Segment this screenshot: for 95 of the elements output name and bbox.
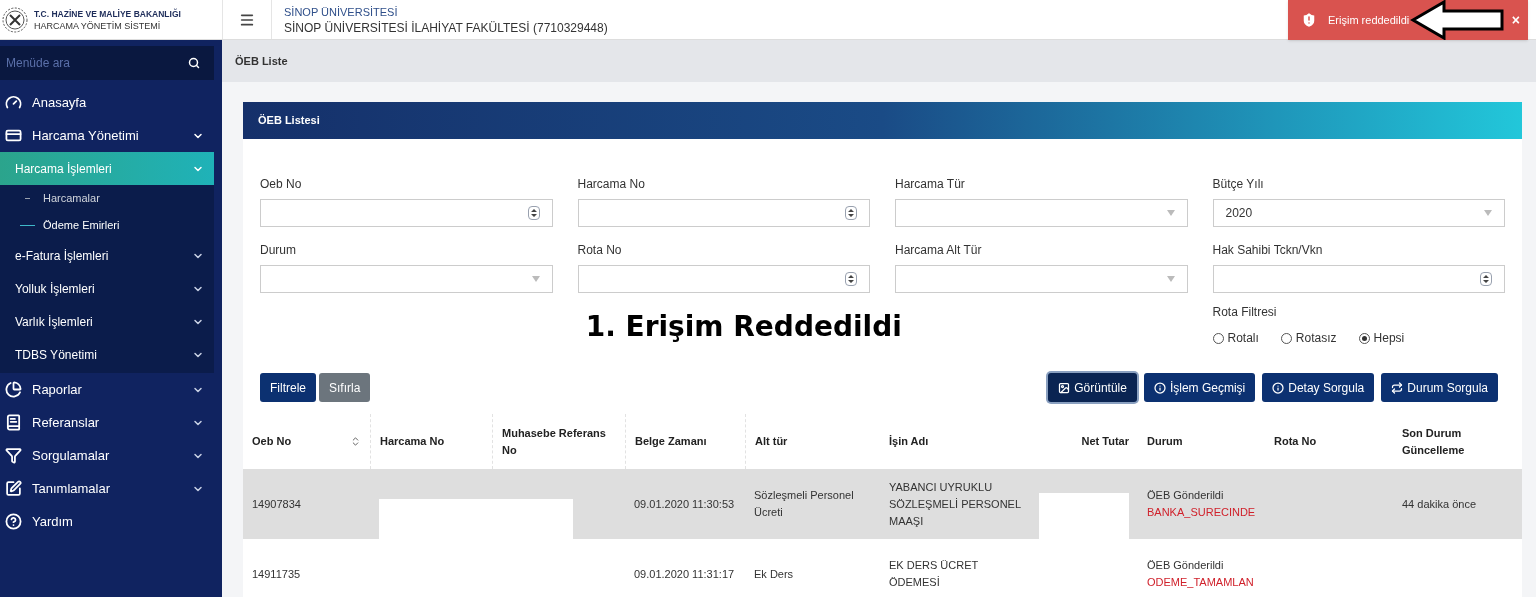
submenu-item[interactable]: Varlık İşlemleri xyxy=(0,305,214,338)
number-field[interactable] xyxy=(577,199,870,227)
table-cell-text: EK DERS ÜCRET ÖDEMESİ xyxy=(889,558,980,590)
dropdown-icon xyxy=(1484,210,1492,216)
dropdown-icon xyxy=(1166,210,1175,216)
book-icon xyxy=(5,414,22,431)
menu-search-field[interactable]: Menüde ara xyxy=(0,46,214,80)
radio-option[interactable]: Rotalı xyxy=(1212,329,1259,347)
action-button[interactable]: Durum Sorgula xyxy=(1381,373,1498,402)
select-field[interactable] xyxy=(260,265,553,293)
field-label: Durum xyxy=(260,242,297,257)
column-header[interactable]: Son Durum Güncelleme xyxy=(1402,424,1513,459)
number-field[interactable] xyxy=(1212,265,1505,293)
field-label: Harcama Alt Tür xyxy=(895,242,983,257)
field-label: Rota Filtresi xyxy=(1212,304,1278,321)
edit-icon xyxy=(5,480,22,497)
gauge-icon xyxy=(5,94,22,111)
column-header[interactable]: Harcama No xyxy=(380,433,445,450)
sidebar-item[interactable]: Referanslar xyxy=(0,406,214,439)
field-label: Harcama No xyxy=(577,176,646,191)
sidebar-item[interactable]: Raporlar xyxy=(0,373,214,406)
submenu-item[interactable]: Yolluk İşlemleri xyxy=(0,272,214,305)
spinner-icon[interactable] xyxy=(527,206,540,220)
radio-option[interactable]: Hepsi xyxy=(1358,329,1405,347)
info-icon xyxy=(1153,381,1166,394)
funnel-icon xyxy=(5,447,22,464)
number-field[interactable] xyxy=(260,199,553,227)
table-cell-text: YABANCI UYRUKLU SÖZLEŞMELİ PERSONEL MAAŞI xyxy=(889,479,1022,529)
action-button[interactable]: Detay Sorgula xyxy=(1262,373,1375,402)
sidebar-item[interactable]: Sorgulamalar xyxy=(0,439,214,472)
dropdown-icon xyxy=(531,276,540,282)
annotation-text: 1. Erişim Reddedildi xyxy=(585,311,902,343)
pie-chart-icon xyxy=(5,381,22,398)
table-cell-text: 14911735 xyxy=(252,566,301,582)
status-text: ÖEB Gönderildi xyxy=(1147,558,1225,573)
breadcrumb: ÖEB Liste xyxy=(235,53,288,69)
column-header[interactable]: İşin Adı xyxy=(889,433,929,450)
table-cell-text: 14907834 xyxy=(252,496,301,512)
spinner-icon[interactable] xyxy=(845,206,857,220)
logo-icon xyxy=(2,6,28,33)
field-label: Rota No xyxy=(577,242,623,257)
sidebar-item[interactable]: Tanımlamalar xyxy=(0,472,214,505)
submenu-item[interactable]: e-Fatura İşlemleri xyxy=(0,239,214,272)
table-cell-text: 44 dakika önce xyxy=(1402,496,1476,512)
column-header[interactable]: Belge Zamanı xyxy=(635,433,707,450)
image-icon xyxy=(1058,381,1071,394)
sidebar-item[interactable]: Yardım xyxy=(0,505,214,538)
card-icon xyxy=(5,127,22,144)
unit-name: SİNOP ÜNİVERSİTESİ İLAHİYAT FAKÜLTESİ (7710329448) xyxy=(284,19,608,36)
sidebar-item[interactable]: Anasayfa xyxy=(0,86,214,119)
submenu-link[interactable]: Ödeme Emirleri xyxy=(43,217,120,234)
field-label: Hak Sahibi Tckn/Vkn xyxy=(1212,242,1324,257)
action-button[interactable]: Görüntüle xyxy=(1048,373,1137,402)
shield-icon xyxy=(1300,11,1318,29)
field-label: Harcama Tür xyxy=(895,176,966,191)
status-code: BANKA_SURECINDE xyxy=(1147,505,1256,520)
status-code: ODEME_TAMAMLAN xyxy=(1147,575,1254,590)
table-cell-text: 09.01.2020 11:31:17 xyxy=(634,566,735,582)
toast-message: Erişim reddedildi xyxy=(1328,12,1411,28)
column-header[interactable]: Alt tür xyxy=(755,433,788,450)
table-cell-text: Sözleşmeli Personel Ücreti xyxy=(754,488,855,520)
radio-option[interactable]: Rotasız xyxy=(1280,329,1337,347)
column-header[interactable]: Muhasebe Referans No xyxy=(502,424,616,459)
table-cell-text: 09.01.2020 11:30:53 xyxy=(634,496,735,512)
number-field[interactable] xyxy=(577,265,870,293)
column-header[interactable]: Oeb No xyxy=(252,433,292,450)
select-field[interactable] xyxy=(895,199,1188,227)
select-field[interactable]: 2020 xyxy=(1212,199,1505,227)
help-icon xyxy=(5,513,22,530)
organization-name: SİNOP ÜNİVERSİTESİ xyxy=(284,4,399,20)
submenu-item[interactable]: TDBS Yönetimi xyxy=(0,338,214,371)
select-field[interactable] xyxy=(895,265,1188,293)
submenu-link[interactable]: Harcamalar xyxy=(43,190,100,207)
reset-button[interactable]: Sıfırla xyxy=(319,373,371,402)
close-button[interactable]: × xyxy=(1511,9,1520,31)
column-header[interactable]: Net Tutar xyxy=(1081,433,1129,450)
spinner-icon[interactable] xyxy=(1480,272,1492,286)
card-title: ÖEB Listesi xyxy=(258,113,320,129)
info-icon xyxy=(1272,381,1285,394)
ministry-name: T.C. HAZİNE VE MALİYE BAKANLIĞI xyxy=(34,7,181,20)
action-button[interactable]: İşlem Geçmişi xyxy=(1143,373,1256,402)
field-label: Bütçe Yılı xyxy=(1212,176,1265,191)
status-text: ÖEB Gönderildi xyxy=(1147,488,1225,503)
sort-icon[interactable] xyxy=(350,436,361,447)
table-cell-text: Ek Ders xyxy=(754,566,794,582)
repeat-icon xyxy=(1391,381,1404,394)
sidebar-item[interactable]: Harcama Yönetimi xyxy=(0,119,214,152)
column-header[interactable]: Durum xyxy=(1147,433,1183,450)
dropdown-icon xyxy=(1166,276,1175,282)
search-icon[interactable] xyxy=(188,57,200,69)
system-name: HARCAMA YÖNETİM SİSTEMİ xyxy=(34,19,162,32)
field-label: Oeb No xyxy=(260,176,303,191)
spinner-icon[interactable] xyxy=(845,272,857,286)
filter-button[interactable]: Filtrele xyxy=(260,373,316,402)
column-header[interactable]: Rota No xyxy=(1274,433,1317,450)
